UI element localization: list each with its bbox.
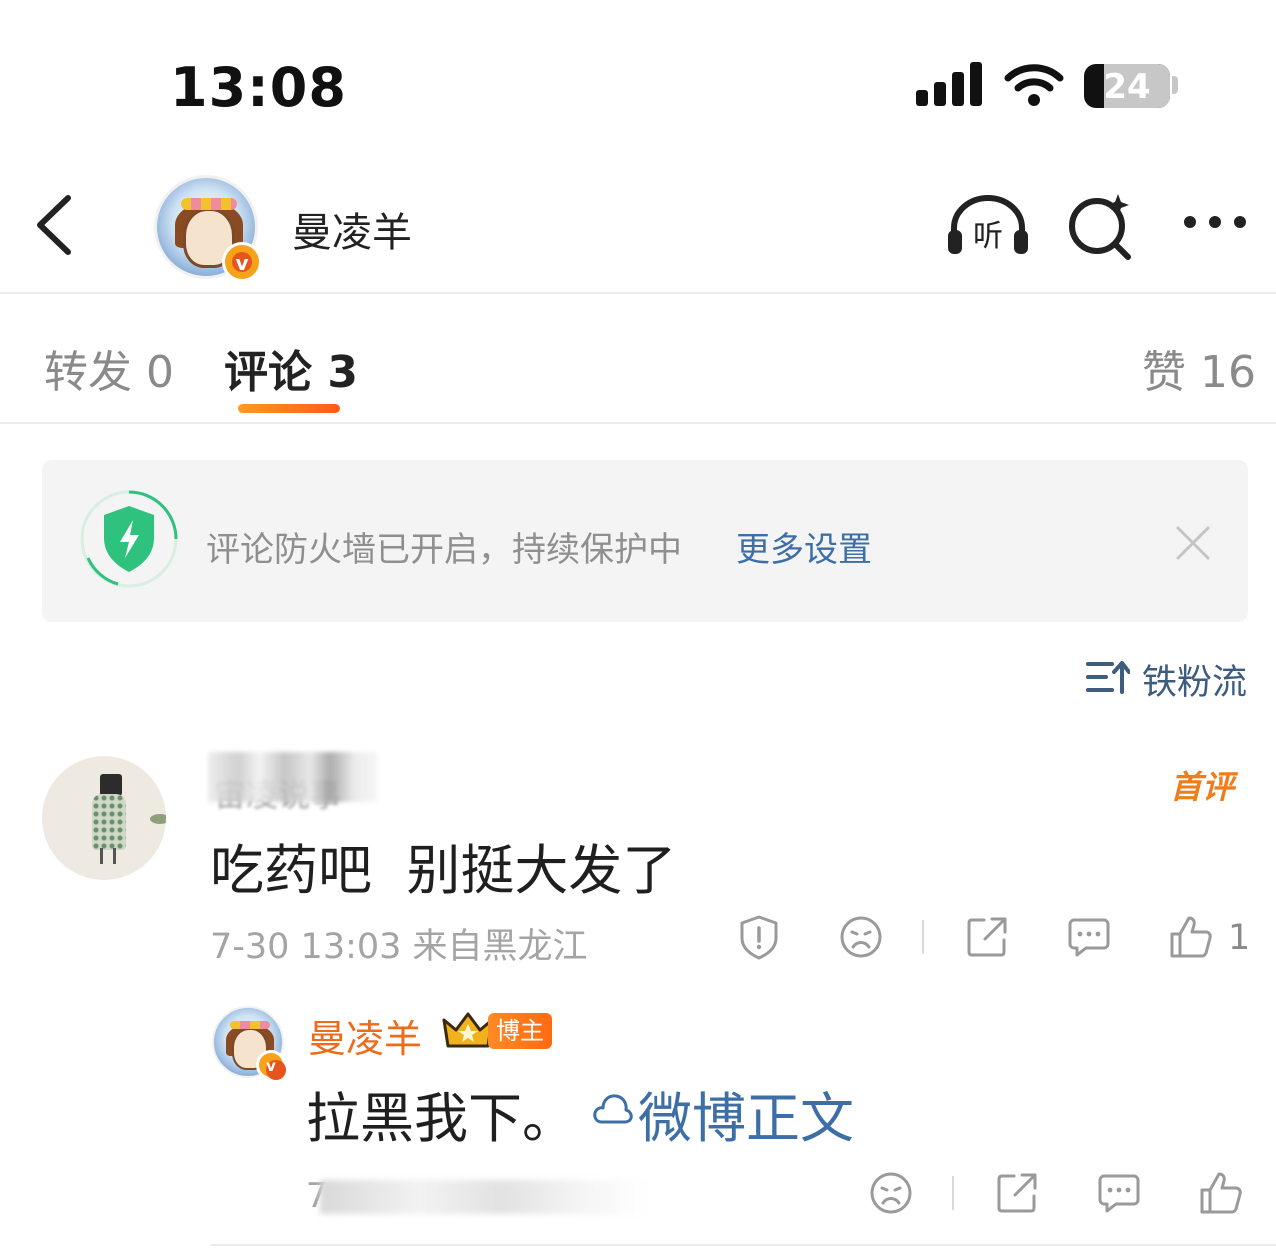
status-time: 13:08 [170, 56, 347, 119]
like-icon[interactable] [1168, 914, 1214, 960]
sort-label: 铁粉流 [1142, 663, 1248, 703]
action-separator [952, 1176, 954, 1210]
cellular-signal-icon [912, 62, 984, 106]
verified-badge-icon: v [256, 1050, 286, 1080]
more-settings-link[interactable]: 更多设置 [736, 522, 872, 571]
tab-likes[interactable]: 赞 16 [1142, 336, 1256, 400]
like-icon[interactable] [1198, 1170, 1244, 1216]
more-icon[interactable] [1180, 212, 1250, 236]
tab-comments[interactable]: 评论 3 [224, 336, 358, 400]
host-badge: 博主 [488, 1013, 552, 1049]
dislike-face-icon[interactable] [868, 1170, 914, 1216]
commenter-avatar[interactable] [42, 756, 166, 880]
back-icon[interactable] [30, 192, 80, 258]
close-icon[interactable] [1172, 522, 1214, 564]
cloud-icon [593, 1094, 633, 1124]
tab-reposts[interactable]: 转发 0 [44, 336, 174, 400]
report-icon[interactable] [736, 914, 782, 960]
comment-meta: 7-30 13:03 来自黑龙江 [210, 927, 588, 967]
sort-icon [1086, 661, 1130, 694]
battery-icon: 24 [1084, 64, 1170, 108]
reply-comment-icon[interactable] [1066, 914, 1112, 960]
like-count: 1 [1228, 918, 1251, 958]
active-tab-indicator [238, 404, 340, 413]
reply-meta-blur [320, 1180, 650, 1214]
tabs-divider [0, 422, 1276, 424]
share-icon[interactable] [964, 914, 1010, 960]
commenter-name-blur [208, 752, 378, 802]
wifi-icon [1004, 64, 1064, 106]
header-divider [0, 292, 1276, 294]
reply-author-name[interactable]: 曼凌羊 [308, 1008, 422, 1063]
first-comment-badge: 首评 [1170, 762, 1234, 808]
weibo-post-link-label: 微博正文 [638, 1087, 854, 1150]
comment-text: 吃药吧 别挺大发了 [210, 839, 677, 902]
firewall-status-text: 评论防火墙已开启，持续保护中 [206, 530, 682, 570]
dislike-face-icon[interactable] [838, 914, 884, 960]
action-separator [922, 920, 924, 954]
battery-level: 24 [1103, 67, 1151, 107]
listen-label: 听 [973, 219, 1003, 254]
search-icon[interactable] [1066, 190, 1136, 260]
share-icon[interactable] [994, 1170, 1040, 1216]
verified-badge-icon: v [222, 242, 262, 282]
shield-icon [80, 490, 178, 588]
comment-firewall-banner: 评论防火墙已开启，持续保护中 更多设置 [42, 460, 1248, 622]
listen-icon[interactable]: 听 [944, 192, 1032, 258]
reply-text: 拉黑我下。 [306, 1087, 576, 1150]
status-indicators: 24 [912, 62, 1182, 112]
comment-divider [210, 1244, 1276, 1246]
author-name[interactable]: 曼凌羊 [292, 200, 412, 258]
reply-comment-icon[interactable] [1096, 1170, 1142, 1216]
